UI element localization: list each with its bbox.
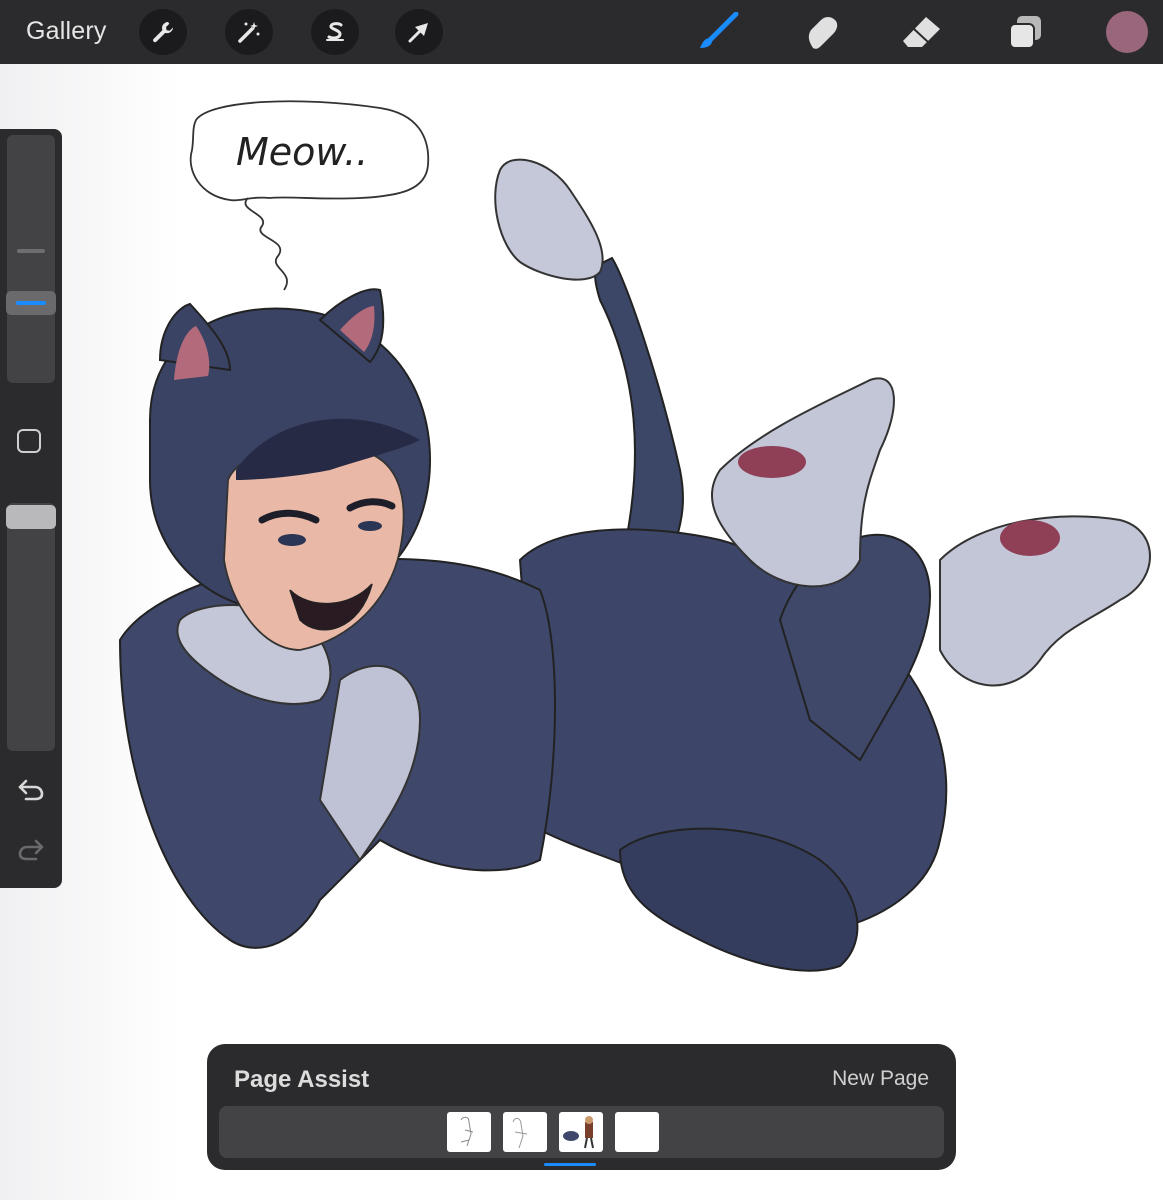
brush-icon[interactable] <box>694 10 742 54</box>
brush-size-slider[interactable] <box>7 135 55 383</box>
new-page-button[interactable]: New Page <box>832 1067 929 1091</box>
active-page-indicator <box>544 1163 596 1166</box>
speech-bubble-text: Meow.. <box>236 130 368 174</box>
smudge-icon[interactable] <box>797 10 845 54</box>
gallery-button[interactable]: Gallery <box>26 17 107 46</box>
artwork-illustration: Meow.. <box>118 100 1151 972</box>
redo-icon[interactable] <box>14 835 48 865</box>
left-sidebar <box>0 129 62 888</box>
page-thumbnail-strip <box>219 1106 944 1158</box>
size-preset-tick <box>17 249 45 253</box>
page-thumbnail-2[interactable] <box>503 1112 547 1152</box>
opacity-thumb[interactable] <box>6 505 56 529</box>
page-assist-title: Page Assist <box>234 1066 370 1093</box>
page-assist-panel: Page Assist New Page <box>207 1044 956 1170</box>
brush-size-thumb[interactable] <box>6 291 56 315</box>
opacity-slider[interactable] <box>7 503 55 751</box>
wrench-icon[interactable] <box>139 9 187 55</box>
undo-icon[interactable] <box>14 775 48 805</box>
square-modifier-icon[interactable] <box>17 429 41 453</box>
color-swatch[interactable] <box>1106 11 1148 53</box>
page-thumbnail-3[interactable] <box>559 1112 603 1152</box>
page-thumbnail-1[interactable] <box>447 1112 491 1152</box>
magic-wand-icon[interactable] <box>225 9 273 55</box>
transform-arrow-icon[interactable] <box>395 9 443 55</box>
layers-icon[interactable] <box>1001 10 1049 54</box>
eraser-icon[interactable] <box>898 10 946 54</box>
selection-s-icon[interactable] <box>311 9 359 55</box>
page-thumbnail-4[interactable] <box>615 1112 659 1152</box>
top-toolbar: Gallery <box>0 0 1163 64</box>
